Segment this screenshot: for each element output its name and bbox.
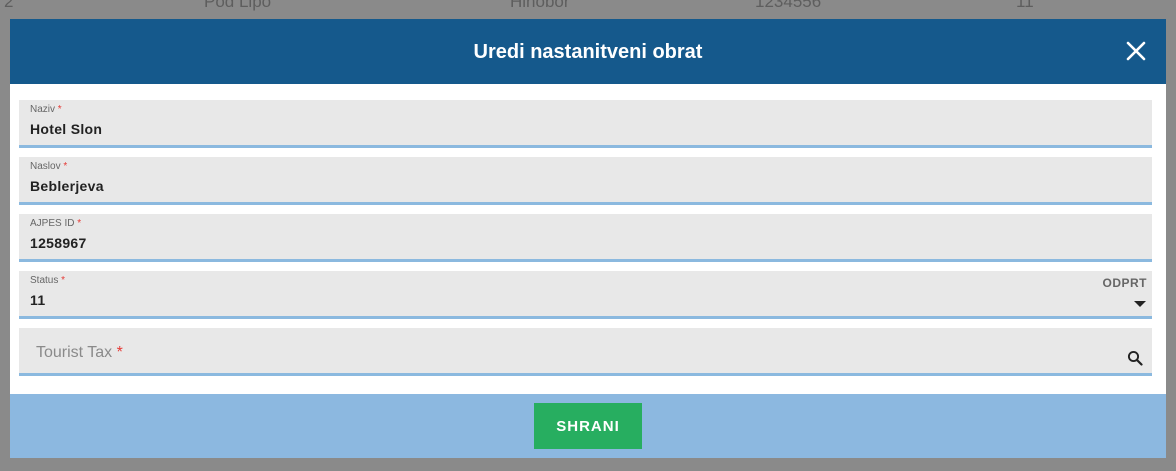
bg-cell: Hinobor xyxy=(510,0,570,11)
status-select[interactable]: Status * 11 ODPRT xyxy=(19,271,1152,319)
modal-title: Uredi nastanitveni obrat xyxy=(473,41,703,63)
naslov-field[interactable]: Naslov * Beblerjeva xyxy=(19,157,1152,205)
naslov-label: Naslov * xyxy=(30,161,68,172)
edit-modal: Uredi nastanitveni obrat Naziv * Hotel S… xyxy=(10,19,1166,458)
tourist-tax-field[interactable]: Tourist Tax * xyxy=(19,328,1152,376)
naslov-value[interactable]: Beblerjeva xyxy=(30,178,104,194)
status-value[interactable]: 11 xyxy=(30,292,45,308)
background-table-row: 2 Pod Lipo Hinobor 1234556 11 xyxy=(0,0,1176,12)
ajpes-id-value[interactable]: 1258967 xyxy=(30,235,87,251)
ajpes-id-label: AJPES ID * xyxy=(30,218,82,229)
status-description: ODPRT xyxy=(1102,276,1147,290)
modal-footer: SHRANI xyxy=(10,394,1166,458)
bg-cell: 11 xyxy=(1016,0,1034,11)
search-icon[interactable] xyxy=(1127,350,1143,366)
naziv-label: Naziv * xyxy=(30,104,62,115)
bg-cell: 2 xyxy=(4,0,14,11)
naziv-field[interactable]: Naziv * Hotel Slon xyxy=(19,100,1152,148)
ajpes-id-field[interactable]: AJPES ID * 1258967 xyxy=(19,214,1152,262)
close-icon xyxy=(1126,41,1146,61)
close-button[interactable] xyxy=(1126,40,1146,62)
status-label: Status * xyxy=(30,275,66,286)
save-button[interactable]: SHRANI xyxy=(534,403,642,449)
modal-header: Uredi nastanitveni obrat xyxy=(10,19,1166,84)
chevron-down-icon[interactable] xyxy=(1134,301,1146,307)
tourist-tax-placeholder: Tourist Tax * xyxy=(36,344,123,361)
naziv-value[interactable]: Hotel Slon xyxy=(30,121,102,137)
bg-cell: Pod Lipo xyxy=(204,0,272,11)
bg-cell: 1234556 xyxy=(755,0,822,11)
